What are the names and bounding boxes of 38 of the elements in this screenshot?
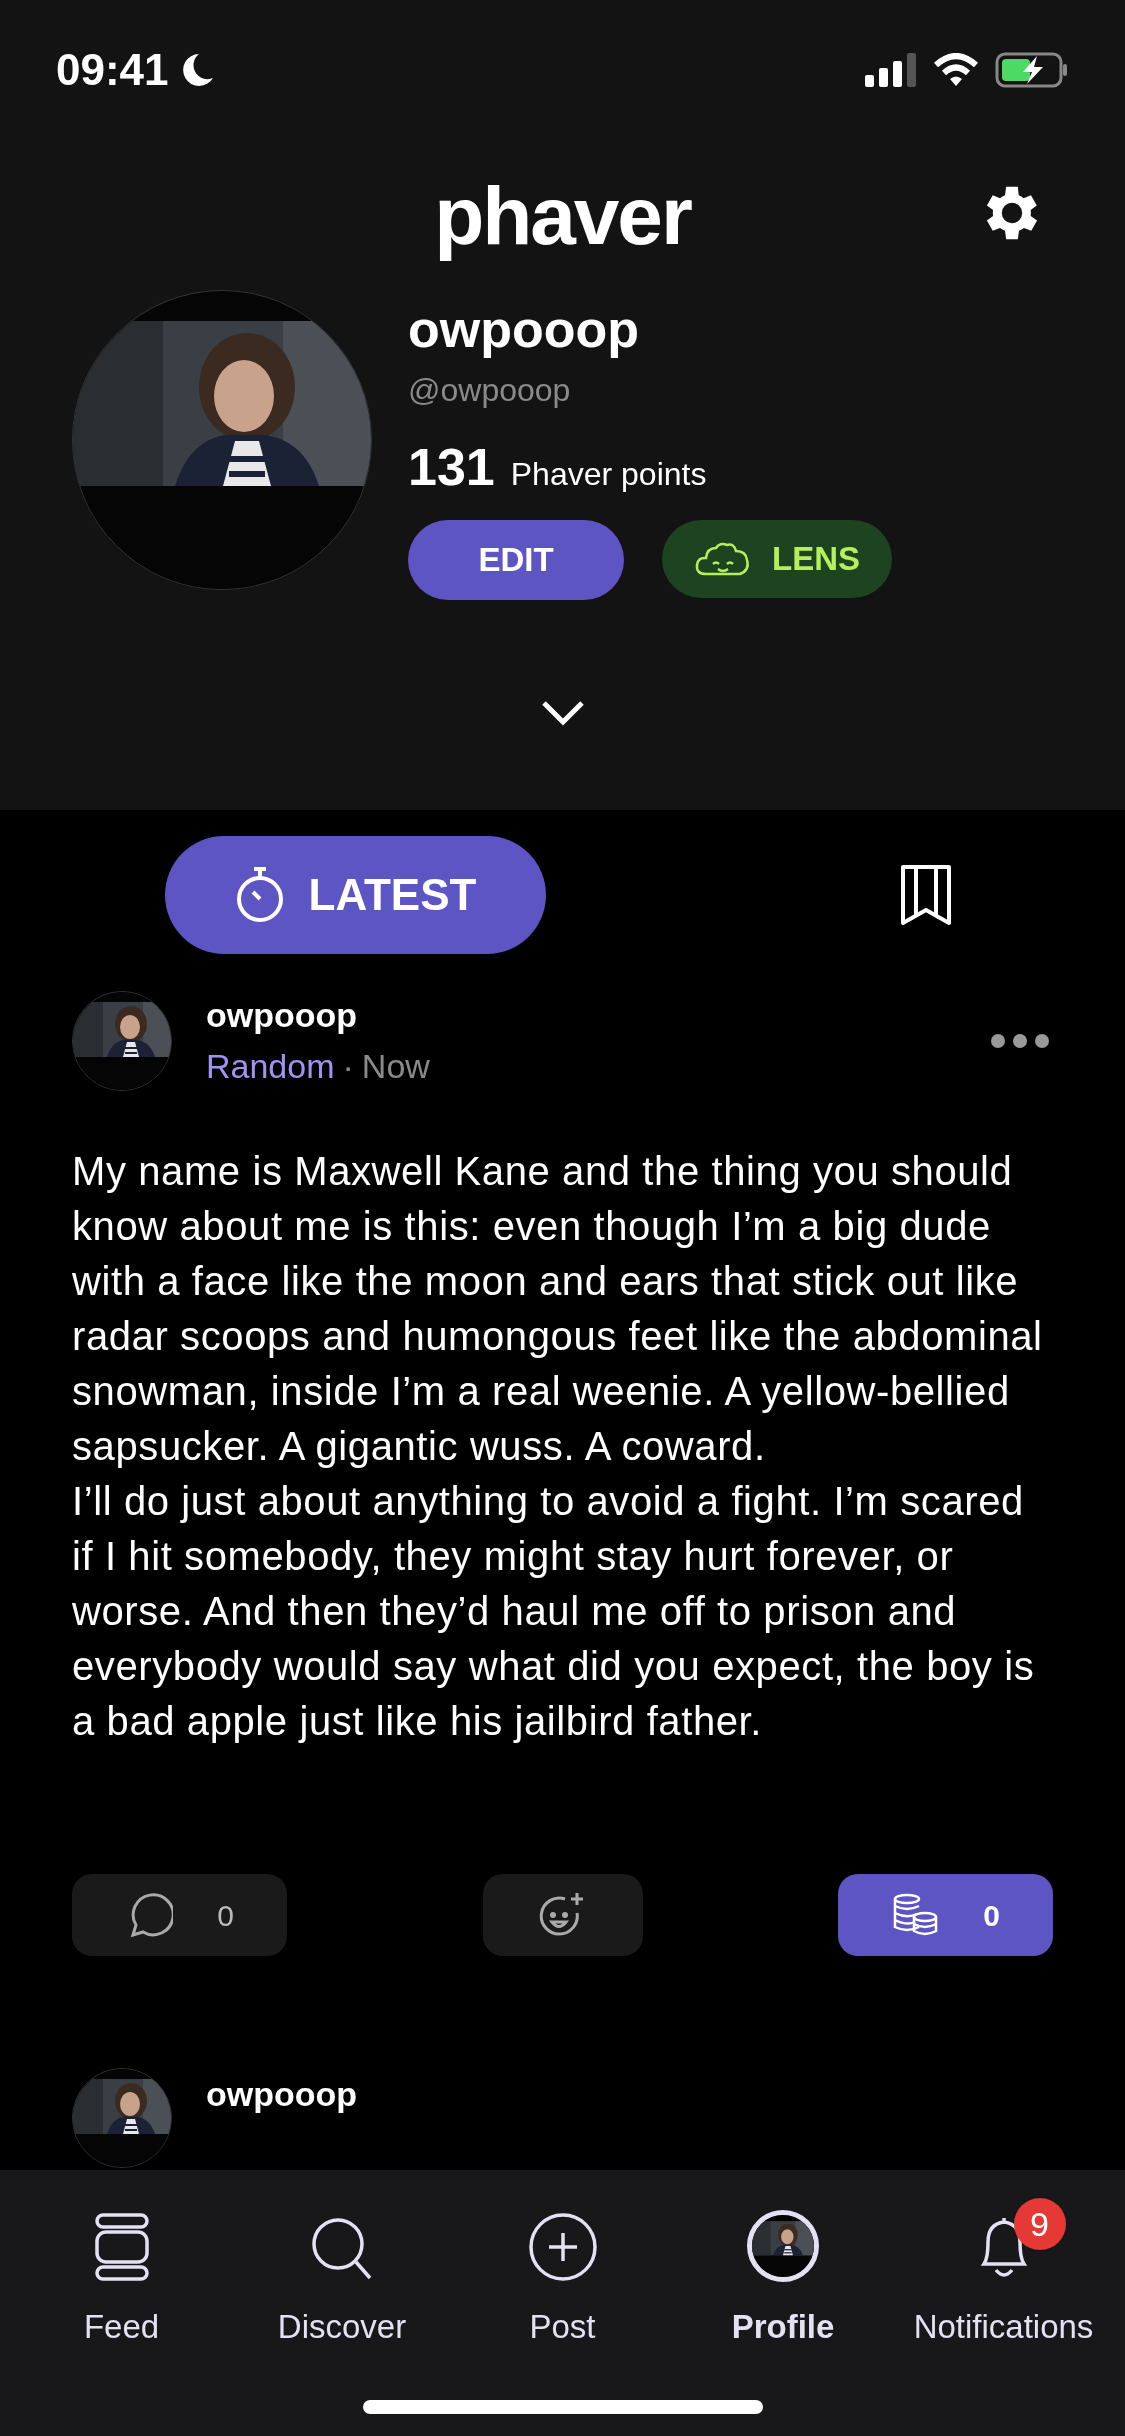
edit-button[interactable]: EDIT bbox=[408, 520, 624, 600]
notification-badge: 9 bbox=[1013, 2198, 1066, 2250]
profile-name: owpooop bbox=[408, 299, 641, 360]
comment-button[interactable]: 0 bbox=[72, 1874, 287, 1956]
wifi-icon bbox=[933, 53, 979, 87]
post-text: I’ll do just about anything to avoid a fight. I’m scared if I hit somebody, they might stay hurt forever, or worse. And then they’d haul me off to prison and everybody would say what did you expect, the boy is a bad apple just like his jailbird father. bbox=[72, 1478, 1036, 1745]
lens-button[interactable]: LENS bbox=[662, 520, 892, 598]
profile-handle: @owpooop bbox=[408, 371, 572, 410]
separator-dot: · bbox=[342, 1046, 354, 1087]
points-label: Phaver points bbox=[510, 455, 707, 494]
post-author: owpooop bbox=[206, 995, 359, 1036]
latest-tab[interactable]: LATEST bbox=[165, 836, 546, 954]
coins-icon bbox=[891, 1893, 940, 1937]
nav-tab[interactable]: Profile bbox=[675, 2192, 891, 2352]
status-time: 09:41 bbox=[56, 44, 169, 96]
more-options-button[interactable] bbox=[991, 1034, 1049, 1048]
nav-tab[interactable]: Feed bbox=[14, 2192, 229, 2352]
cloud-face-icon bbox=[694, 540, 752, 578]
nav-tab[interactable]: Discover bbox=[234, 2192, 450, 2352]
nav-tab[interactable]: Post bbox=[455, 2192, 670, 2352]
points-count: 131 bbox=[408, 437, 495, 498]
logo: phaver bbox=[434, 168, 691, 263]
search-icon bbox=[310, 2216, 374, 2282]
add-reaction-button[interactable] bbox=[482, 1874, 643, 1956]
bookmark-icon bbox=[900, 864, 952, 926]
signal-icon bbox=[865, 53, 917, 87]
tip-button[interactable]: 0 bbox=[838, 1874, 1053, 1956]
stopwatch-icon bbox=[234, 866, 285, 924]
chevron-down-icon[interactable] bbox=[540, 700, 585, 726]
post-category[interactable]: Random bbox=[206, 1041, 335, 1092]
post-author: owpooop bbox=[206, 2074, 358, 2114]
post-time: Now bbox=[361, 1046, 430, 1087]
plus-circle-icon bbox=[527, 2212, 598, 2282]
post-text: My name is Maxwell Kane and the thing you should know about me is this: even though I’m a big dude with a face like the moon and ears that stick out like radar scoops and humongous feet like the abdominal snowman, inside I’m a real weenie. A yellow-bellied sapsucker. A gigantic wuss. A coward. bbox=[72, 1148, 1044, 1470]
stack-icon bbox=[93, 2212, 150, 2282]
moon-icon bbox=[180, 52, 215, 88]
nav-tab[interactable]: 9 Notifications bbox=[896, 2192, 1111, 2352]
battery-charging-icon bbox=[995, 52, 1069, 88]
